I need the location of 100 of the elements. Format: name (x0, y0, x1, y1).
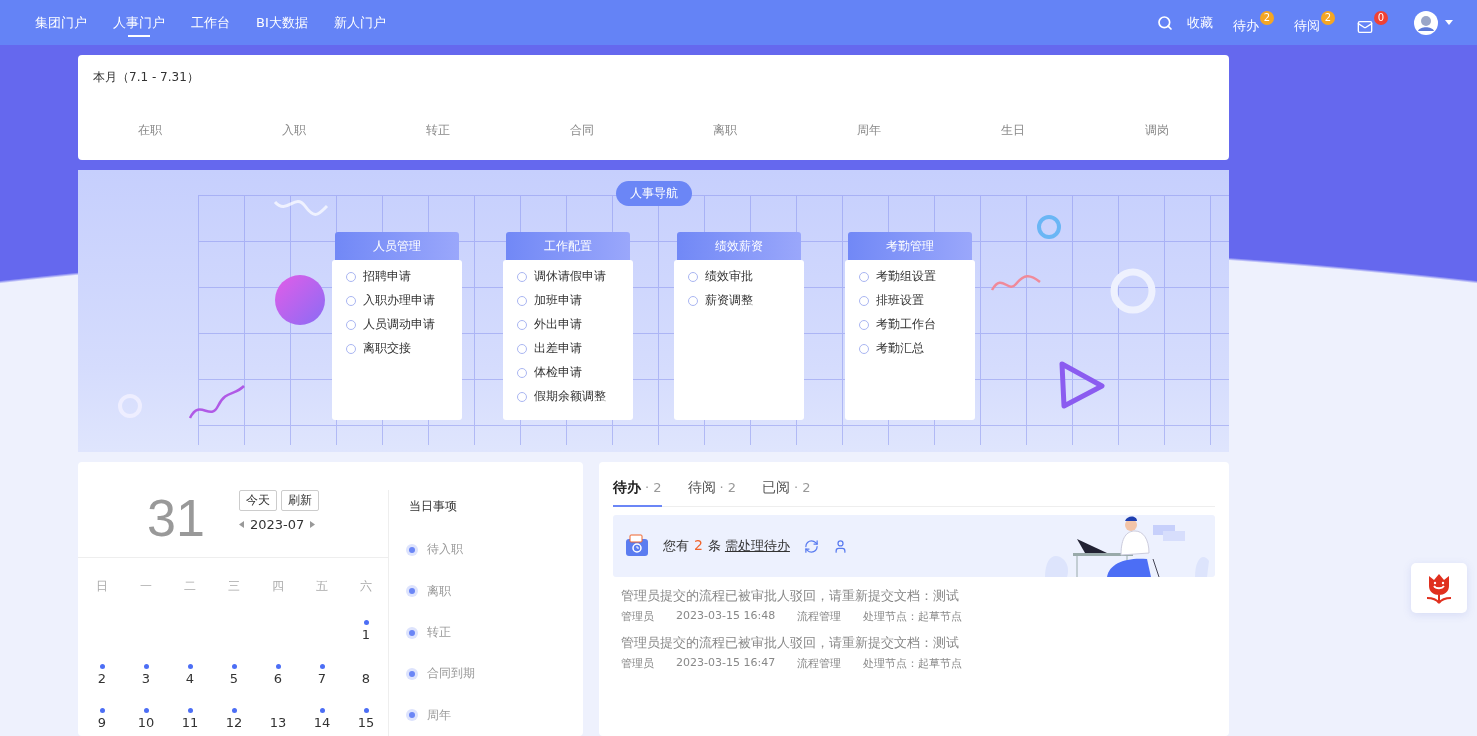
bullet-icon (409, 546, 415, 553)
weekday-label: 三 (227, 577, 241, 595)
menu-link[interactable]: 招聘申请 (346, 268, 462, 285)
todo-summary: 您有 2 条 (663, 537, 721, 555)
search-button[interactable] (1157, 14, 1173, 31)
menu-link[interactable]: 考勤组设置 (859, 268, 975, 285)
mail-button[interactable]: 0 (1357, 10, 1388, 35)
todo-tab[interactable]: 已阅 · 2 (762, 470, 811, 507)
search-icon (1157, 14, 1173, 31)
folder-clock-icon (625, 534, 649, 558)
todo-time: 2023-03-15 16:47 (676, 656, 776, 671)
menu-link[interactable]: 入职办理申请 (346, 292, 462, 309)
weekday-label: 六 (359, 577, 373, 595)
count-badge: 2 (1260, 10, 1274, 25)
weekday-label: 四 (271, 577, 285, 595)
stat-label: 生日 (1000, 122, 1027, 139)
ring-decoration (1108, 266, 1158, 316)
ring-decoration (1034, 212, 1064, 242)
menu-link[interactable]: 假期余额调整 (517, 388, 633, 405)
calendar-day[interactable]: 5 (229, 671, 239, 686)
calendar-day[interactable]: 7 (317, 671, 327, 686)
previous-month-icon[interactable] (238, 521, 244, 528)
menu-link[interactable]: 出差申请 (517, 340, 633, 357)
todo-tab[interactable]: 待阅 · 2 (687, 470, 737, 507)
calendar-day[interactable]: 11 (181, 715, 199, 730)
calendar-day[interactable]: 2 (97, 671, 107, 686)
calendar-button[interactable]: 刷新 (280, 490, 319, 511)
calendar-day[interactable]: 9 (97, 715, 107, 730)
event-label: 待入职 (427, 541, 463, 559)
event-label: 合同到期 (427, 665, 475, 683)
menu-link[interactable]: 人员调动申请 (346, 316, 462, 333)
pending-todo-link[interactable]: 需处理待办 (724, 537, 790, 555)
todo-node-label: 处理节点：起草节点 (863, 609, 963, 624)
user-icon[interactable] (832, 538, 848, 554)
group-header: 人员管理 (335, 232, 459, 260)
group-header: 考勤管理 (848, 232, 972, 260)
current-day: 31 (147, 492, 205, 557)
todo-item-title[interactable]: 管理员提交的流程已被审批人驳回，请重新提交文档：测试 (621, 634, 1215, 652)
bullet-icon (409, 670, 415, 677)
tulip-icon (1424, 572, 1454, 604)
event-label: 离职 (427, 582, 451, 600)
stat-label: 合同 (568, 122, 595, 139)
calendar-day[interactable]: 12 (225, 715, 243, 730)
count-badge: 2 (1321, 10, 1335, 25)
todo-module: 流程管理 (797, 656, 842, 671)
calendar-day[interactable]: 14 (313, 715, 331, 730)
weekday-label: 二 (183, 577, 197, 595)
stat-label: 周年 (856, 122, 883, 139)
menu-link[interactable]: 考勤工作台 (859, 316, 975, 333)
mail-icon (1357, 18, 1373, 35)
stats-title: 本月（7.1 - 7.31） (93, 69, 200, 86)
event-label: 周年 (427, 706, 451, 724)
calendar-day[interactable]: 3 (141, 671, 151, 686)
weekday-label: 五 (315, 577, 329, 595)
refresh-icon[interactable] (803, 538, 819, 554)
stat-label: 入职 (280, 122, 307, 139)
stat-label: 调岗 (1144, 122, 1171, 139)
todo-time: 2023-03-15 16:48 (676, 609, 776, 624)
avatar-icon[interactable] (1414, 10, 1438, 35)
stat-label: 转正 (424, 122, 451, 139)
calendar-day[interactable]: 10 (137, 715, 155, 730)
count-badge: 0 (1374, 10, 1388, 25)
bullet-icon (409, 712, 415, 719)
calendar-day[interactable]: 4 (185, 671, 195, 686)
group-header: 工作配置 (506, 232, 630, 260)
calendar-day[interactable]: 1 (361, 627, 371, 642)
sphere-decoration (274, 274, 326, 326)
calendar-day[interactable]: 15 (357, 715, 375, 730)
todo-item-title[interactable]: 管理员提交的流程已被审批人驳回，请重新提交文档：测试 (621, 587, 1215, 605)
todo-tab[interactable]: 待办 · 2 (613, 470, 662, 507)
stat-label: 离职 (712, 122, 739, 139)
menu-link[interactable]: 加班申请 (517, 292, 633, 309)
events-title: 当日事项 (409, 498, 458, 515)
menu-link[interactable]: 绩效审批 (688, 268, 804, 285)
todo-author: 管理员 (621, 656, 654, 671)
menu-link[interactable]: 体检申请 (517, 364, 633, 381)
todo-node-label: 处理节点：起草节点 (863, 656, 963, 671)
event-label: 转正 (427, 624, 451, 641)
stat-label: 在职 (136, 122, 163, 139)
calendar-day[interactable]: 6 (273, 671, 283, 686)
weekday-label: 一 (139, 577, 153, 595)
todo-module: 流程管理 (797, 609, 842, 624)
menu-link[interactable]: 离职交接 (346, 340, 462, 357)
calendar-day[interactable]: 13 (269, 715, 287, 730)
menu-link[interactable]: 调休请假申请 (517, 268, 633, 285)
assistant-button[interactable] (1411, 563, 1467, 613)
group-header: 绩效薪资 (677, 232, 801, 260)
current-month: 2023-07 (249, 517, 305, 532)
menu-link[interactable]: 薪资调整 (688, 292, 804, 309)
calendar-button[interactable]: 今天 (238, 490, 277, 511)
section-title: 人事导航 (615, 181, 692, 206)
menu-link[interactable]: 排班设置 (859, 292, 975, 309)
menu-link[interactable]: 外出申请 (517, 316, 633, 333)
next-month-icon[interactable] (310, 521, 316, 528)
calendar-day[interactable]: 8 (361, 671, 371, 686)
caret-icon[interactable] (1445, 19, 1453, 26)
bullet-icon (409, 629, 415, 636)
menu-link[interactable]: 考勤汇总 (859, 340, 975, 357)
todo-author: 管理员 (621, 609, 654, 624)
weekday-label: 日 (95, 577, 109, 595)
